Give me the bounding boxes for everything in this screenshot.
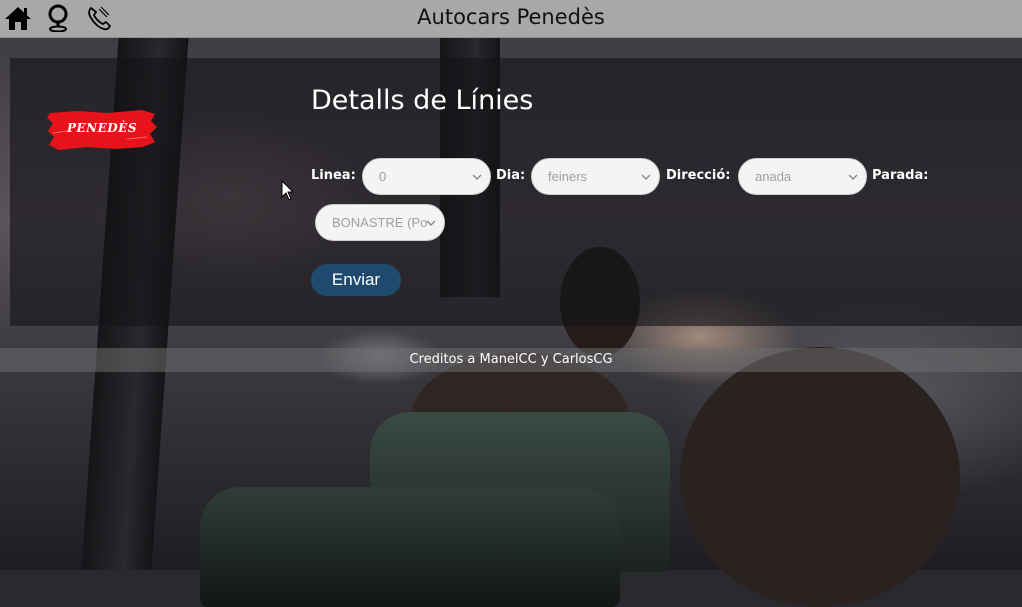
enviar-button[interactable]: Enviar [311, 264, 401, 296]
direccio-label: Direcció: [666, 168, 731, 183]
linea-value: 0 [379, 169, 387, 184]
parada-label: Parada: [872, 168, 929, 183]
chevron-down-icon [848, 174, 858, 180]
mouse-cursor-icon [281, 180, 295, 201]
direccio-value: anada [755, 169, 792, 184]
linea-label: Linea: [311, 168, 356, 183]
linea-select[interactable]: 0 [362, 158, 491, 195]
chevron-down-icon [426, 220, 436, 226]
penedes-logo[interactable]: PENEDÈS [47, 109, 157, 151]
passenger-silhouette [680, 347, 960, 607]
dia-select[interactable]: feiners [531, 158, 660, 195]
site-title: Autocars Penedès [417, 5, 605, 29]
credits-footer: Creditos a ManelCC y CarlosCG [0, 348, 1022, 372]
parada-value: BONASTRE (Po [332, 215, 428, 230]
chevron-down-icon [472, 174, 482, 180]
top-navbar: Autocars Penedès [0, 0, 1022, 38]
parada-select[interactable]: BONASTRE (Po [315, 204, 445, 241]
direccio-select[interactable]: anada [738, 158, 867, 195]
chevron-down-icon [641, 174, 651, 180]
logo-text: PENEDÈS [66, 121, 137, 135]
dia-label: Dia: [496, 168, 526, 183]
page-title: Detalls de Línies [311, 85, 534, 116]
bus-seat [200, 487, 620, 607]
dia-value: feiners [548, 169, 588, 184]
